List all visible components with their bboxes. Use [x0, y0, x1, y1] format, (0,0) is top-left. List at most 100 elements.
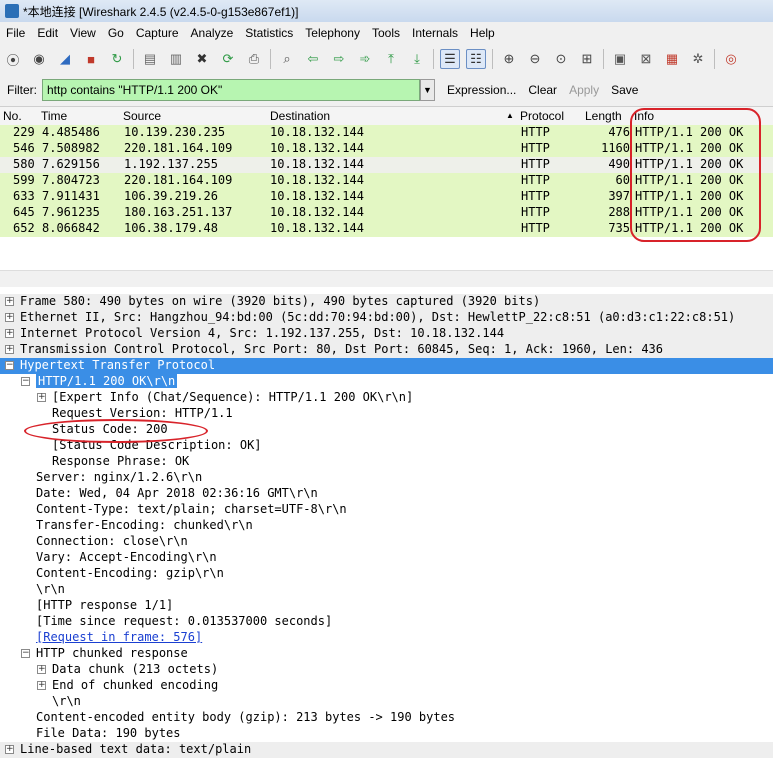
window-title: *本地连接 [Wireshark 2.4.5 (v2.4.5-0-g153e86…	[23, 4, 299, 19]
packet-destination: 10.18.132.144	[270, 157, 364, 171]
tree-item-data-chunk[interactable]: + Data chunk (213 octets)	[0, 662, 773, 678]
tree-item-label: [Time since request: 0.013537000 seconds…	[36, 614, 333, 628]
reload-icon[interactable]: ⟳	[218, 49, 238, 69]
tree-item-ipv4[interactable]: + Internet Protocol Version 4, Src: 1.192…	[0, 326, 773, 342]
menu-help[interactable]: Help	[464, 26, 501, 40]
tree-item-chunk-crlf[interactable]: \r\n	[0, 694, 773, 710]
tree-item-date[interactable]: Date: Wed, 04 Apr 2018 02:36:16 GMT\r\n	[0, 486, 773, 502]
menu-statistics[interactable]: Statistics	[239, 26, 299, 40]
help-icon[interactable]: ◎	[721, 49, 741, 69]
go-back-icon[interactable]: ⇦	[303, 49, 323, 69]
packet-protocol: HTTP	[521, 221, 550, 235]
go-to-packet-icon[interactable]: ➾	[355, 49, 375, 69]
menu-go[interactable]: Go	[102, 26, 130, 40]
menu-internals[interactable]: Internals	[406, 26, 464, 40]
menu-telephony[interactable]: Telephony	[299, 26, 366, 40]
tree-item-crlf[interactable]: \r\n	[0, 582, 773, 598]
clear-button[interactable]: Clear	[528, 83, 557, 97]
packet-length: 476	[608, 125, 630, 139]
tree-item-label: Transfer-Encoding: chunked\r\n	[36, 518, 253, 532]
zoom-out-icon[interactable]: ⊖	[525, 49, 545, 69]
autoscroll-icon[interactable]: ☷	[466, 49, 486, 69]
tree-item-chunked-response[interactable]: − HTTP chunked response	[0, 646, 773, 662]
horizontal-scrollbar[interactable]	[0, 270, 773, 287]
column-header-protocol[interactable]: Protocol	[520, 109, 564, 123]
colorize-icon[interactable]: ☰	[440, 49, 460, 69]
tree-item-request-in-frame[interactable]: [Request in frame: 576]	[0, 630, 773, 646]
tree-item-content-type[interactable]: Content-Type: text/plain; charset=UTF-8\…	[0, 502, 773, 518]
menu-edit[interactable]: Edit	[31, 26, 64, 40]
coloring-rules-icon[interactable]: ▦	[662, 49, 682, 69]
expand-icon[interactable]: +	[5, 345, 14, 354]
tree-item-connection[interactable]: Connection: close\r\n	[0, 534, 773, 550]
tree-item-line-based-text[interactable]: + Line-based text data: text/plain	[0, 742, 773, 758]
expand-icon[interactable]: +	[5, 745, 14, 754]
tree-item-status-line[interactable]: − HTTP/1.1 200 OK\r\n	[0, 374, 773, 390]
column-header-no[interactable]: No.	[3, 109, 22, 123]
print-icon[interactable]: ⎙	[244, 49, 264, 69]
packet-no: 546	[13, 141, 35, 155]
stop-capture-icon[interactable]: ■	[81, 49, 101, 69]
column-header-length[interactable]: Length	[585, 109, 622, 123]
tree-item-content-encoding[interactable]: Content-Encoding: gzip\r\n	[0, 566, 773, 582]
tree-item-server[interactable]: Server: nginx/1.2.6\r\n	[0, 470, 773, 486]
save-file-icon[interactable]: ▥	[166, 49, 186, 69]
tree-item-expert-info[interactable]: + [Expert Info (Chat/Sequence): HTTP/1.1 …	[0, 390, 773, 406]
apply-button[interactable]: Apply	[569, 83, 599, 97]
expand-icon[interactable]: +	[5, 329, 14, 338]
collapse-icon[interactable]: −	[21, 377, 30, 386]
display-filters-icon[interactable]: ⊠	[636, 49, 656, 69]
collapse-icon[interactable]: −	[21, 649, 30, 658]
preferences-icon[interactable]: ✲	[688, 49, 708, 69]
menu-capture[interactable]: Capture	[130, 26, 185, 40]
tree-item-frame[interactable]: + Frame 580: 490 bytes on wire (3920 bits…	[0, 294, 773, 310]
column-header-destination[interactable]: Destination	[270, 109, 330, 123]
collapse-icon[interactable]: −	[5, 361, 14, 370]
capture-options-icon[interactable]: ◉	[29, 49, 49, 69]
expression-button[interactable]: Expression...	[447, 83, 516, 97]
restart-capture-icon[interactable]: ↻	[107, 49, 127, 69]
tree-item-tcp[interactable]: + Transmission Control Protocol, Src Port…	[0, 342, 773, 358]
menu-view[interactable]: View	[64, 26, 102, 40]
open-file-icon[interactable]: ▤	[140, 49, 160, 69]
expand-icon[interactable]: +	[37, 665, 46, 674]
resize-columns-icon[interactable]: ⊞	[577, 49, 597, 69]
tree-item-entity-body[interactable]: Content-encoded entity body (gzip): 213 …	[0, 710, 773, 726]
tree-item-time-since-request[interactable]: [Time since request: 0.013537000 seconds…	[0, 614, 773, 630]
expand-icon[interactable]: +	[37, 681, 46, 690]
toolbar-separator	[603, 49, 604, 69]
go-forward-icon[interactable]: ⇨	[329, 49, 349, 69]
tree-item-http[interactable]: − Hypertext Transfer Protocol	[0, 358, 773, 374]
normal-size-icon[interactable]: ⊙	[551, 49, 571, 69]
expand-icon[interactable]: +	[37, 393, 46, 402]
tree-item-transfer-encoding[interactable]: Transfer-Encoding: chunked\r\n	[0, 518, 773, 534]
request-frame-link[interactable]: [Request in frame: 576]	[36, 630, 202, 644]
menu-file[interactable]: File	[0, 26, 31, 40]
last-packet-icon[interactable]: ⤓	[407, 49, 427, 69]
close-file-icon[interactable]: ✖	[192, 49, 212, 69]
save-button[interactable]: Save	[611, 83, 638, 97]
tree-item-http-response[interactable]: [HTTP response 1/1]	[0, 598, 773, 614]
packet-no: 633	[13, 189, 35, 203]
first-packet-icon[interactable]: ⤒	[381, 49, 401, 69]
start-capture-icon[interactable]: ◢	[55, 49, 75, 69]
tree-item-label: Content-Encoding: gzip\r\n	[36, 566, 224, 580]
tree-item-ethernet[interactable]: + Ethernet II, Src: Hangzhou_94:bd:00 (5c…	[0, 310, 773, 326]
tree-item-file-data[interactable]: File Data: 190 bytes	[0, 726, 773, 742]
expand-icon[interactable]: +	[5, 297, 14, 306]
display-filter-input[interactable]: http contains "HTTP/1.1 200 OK"	[42, 79, 420, 101]
find-icon[interactable]: ⌕	[277, 49, 297, 69]
menu-analyze[interactable]: Analyze	[185, 26, 240, 40]
packet-details-tree: + Frame 580: 490 bytes on wire (3920 bits…	[0, 294, 773, 771]
column-header-time[interactable]: Time	[41, 109, 67, 123]
expand-icon[interactable]: +	[5, 313, 14, 322]
menu-tools[interactable]: Tools	[366, 26, 406, 40]
zoom-in-icon[interactable]: ⊕	[499, 49, 519, 69]
tree-item-end-of-chunked[interactable]: + End of chunked encoding	[0, 678, 773, 694]
tree-item-vary[interactable]: Vary: Accept-Encoding\r\n	[0, 550, 773, 566]
capture-filters-icon[interactable]: ▣	[610, 49, 630, 69]
filter-dropdown-button[interactable]: ▼	[420, 79, 435, 101]
interface-list-icon[interactable]: ⦿	[3, 49, 23, 69]
tree-item-response-phrase[interactable]: Response Phrase: OK	[0, 454, 773, 470]
column-header-source[interactable]: Source	[123, 109, 161, 123]
